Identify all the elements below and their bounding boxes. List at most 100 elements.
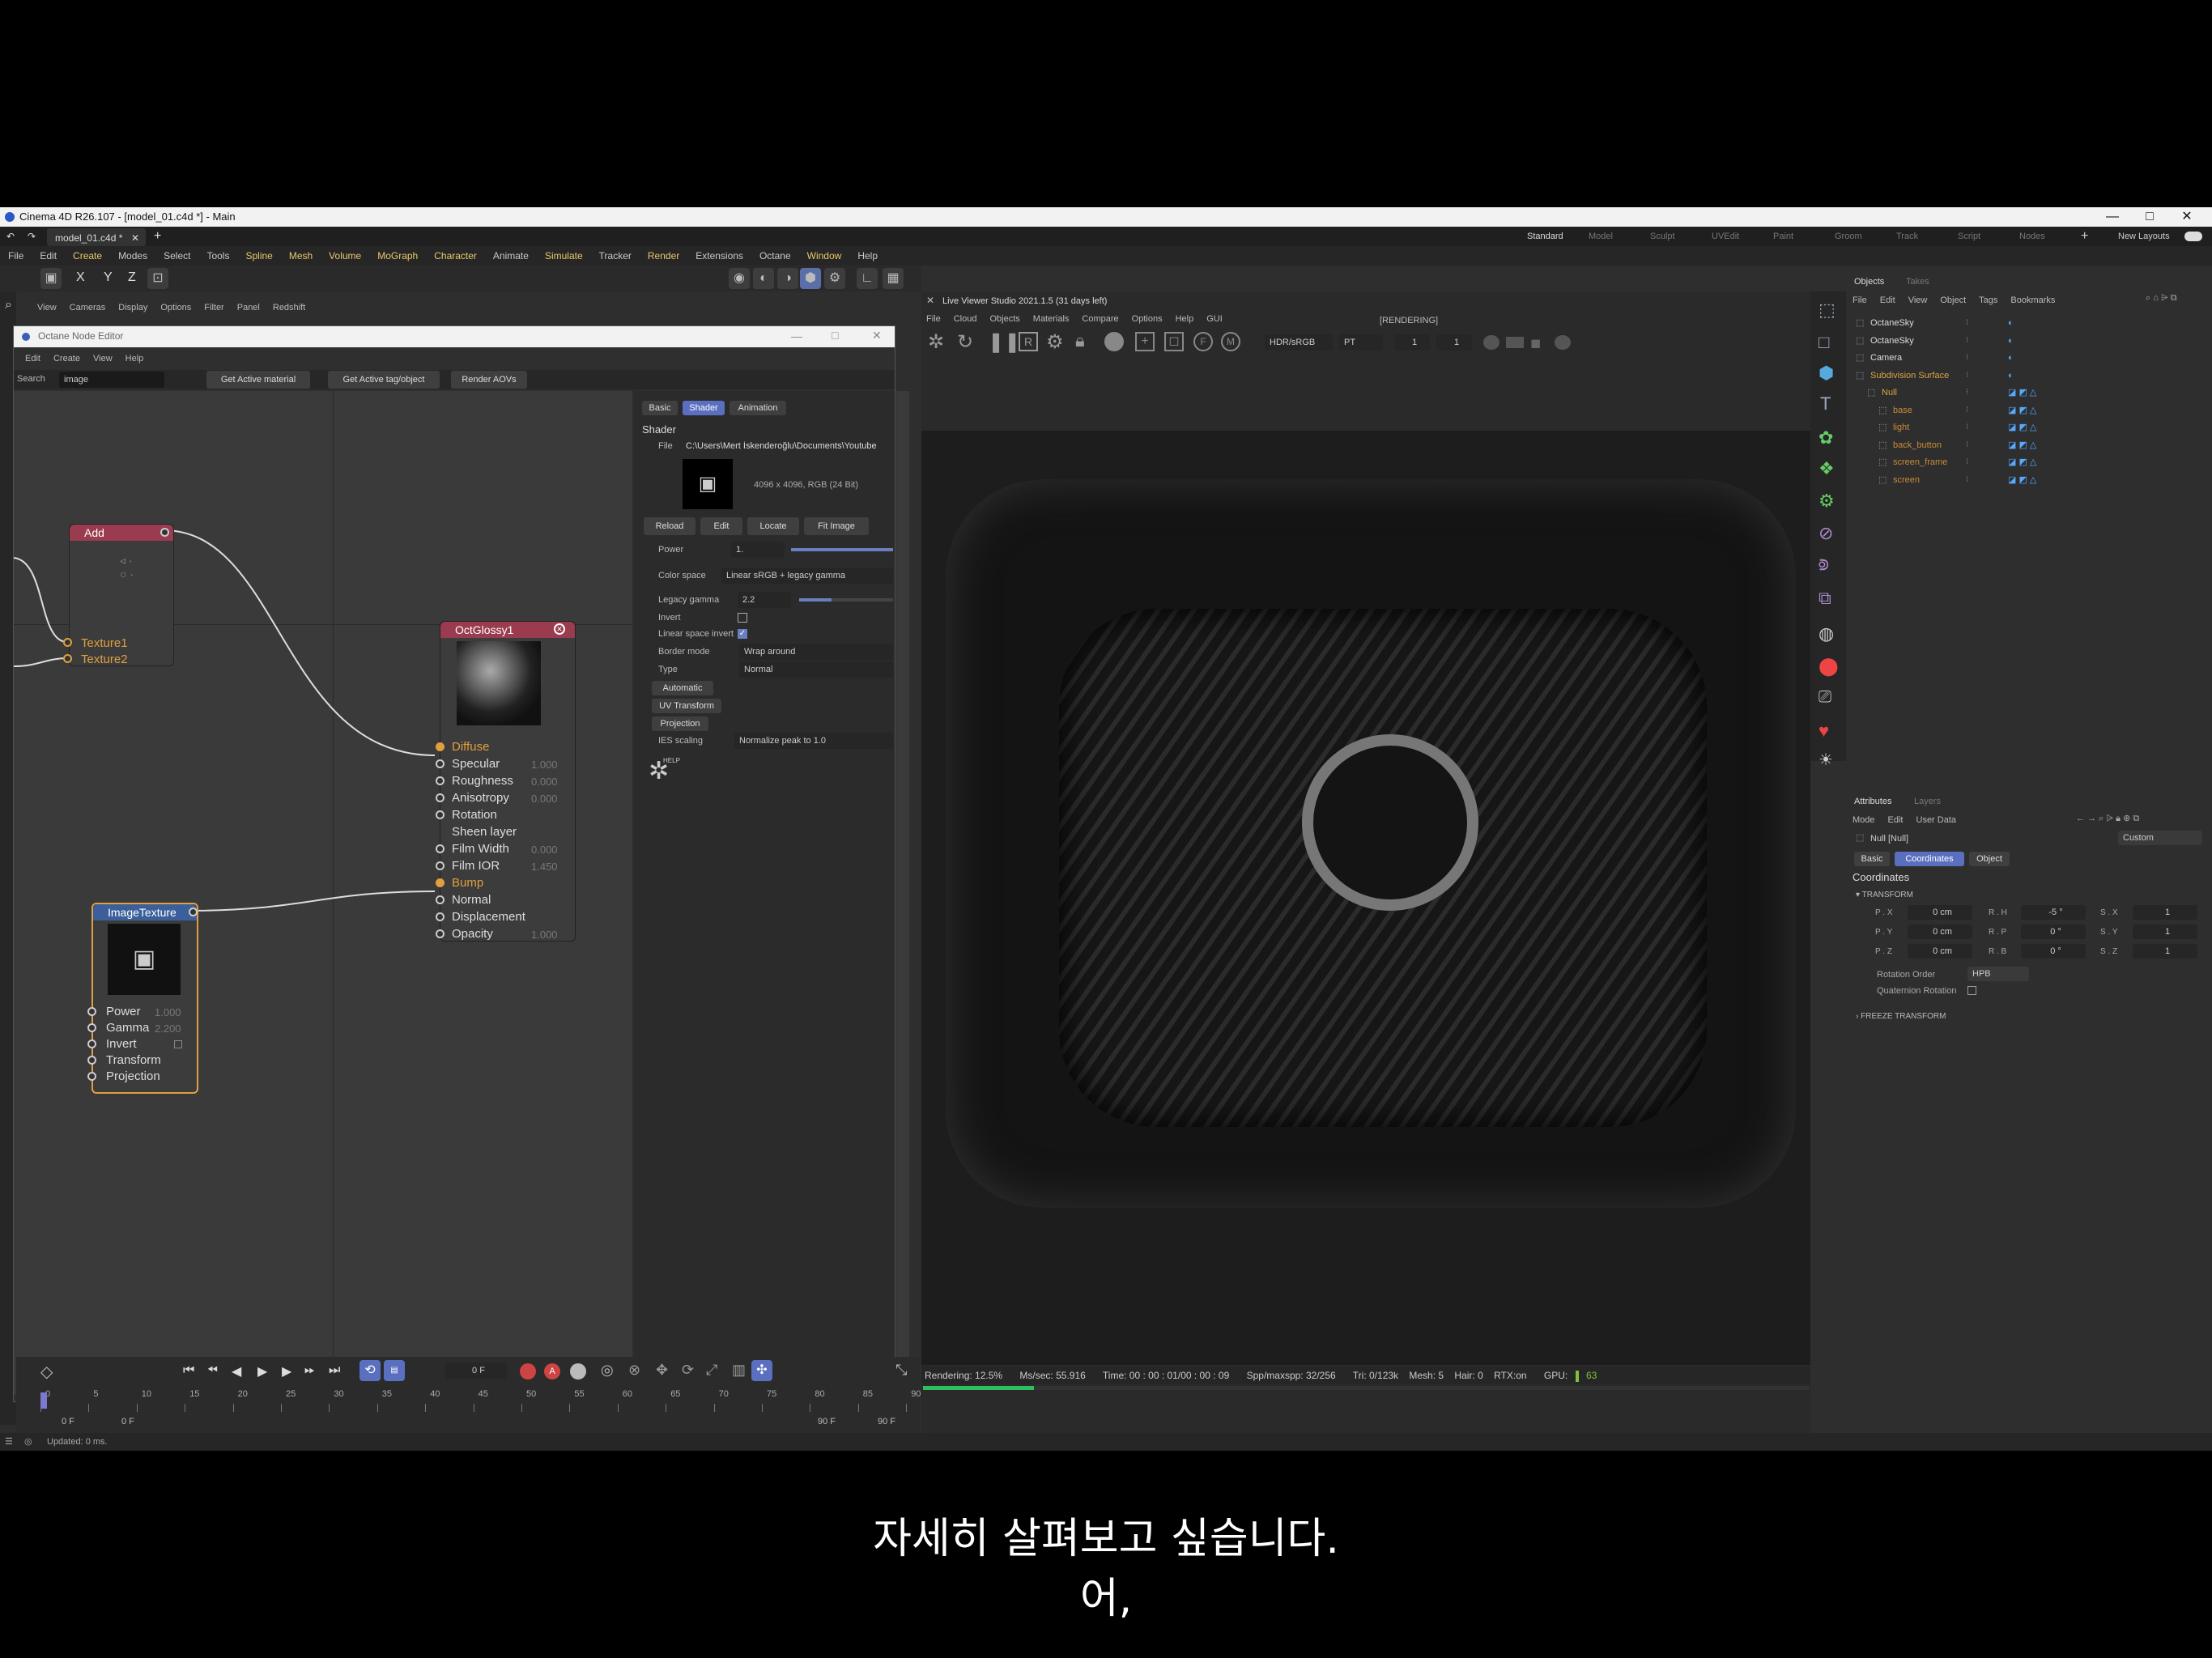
coord-field[interactable]: 0 ° <box>2021 944 2086 959</box>
kernel-select[interactable]: PT <box>1339 334 1383 351</box>
objects-menu-tags[interactable]: Tags <box>1979 295 1997 305</box>
add-node-output-port[interactable] <box>160 528 169 537</box>
invert-checkbox[interactable] <box>738 613 747 623</box>
play-icon[interactable]: ▶ <box>257 1363 267 1380</box>
menu-character[interactable]: Character <box>434 246 477 266</box>
live-menu-file[interactable]: File <box>926 314 941 324</box>
live-menu-cloud[interactable]: Cloud <box>954 314 977 324</box>
render-region-icon[interactable]: ◉ <box>729 268 750 289</box>
port-film-ior[interactable] <box>436 861 445 870</box>
coord-field[interactable]: 0 cm <box>1908 944 1972 959</box>
tag-icon[interactable]: ◪ ◩ △ <box>2008 419 2036 436</box>
menu-spline[interactable]: Spline <box>245 246 272 266</box>
objects-menu-file[interactable]: File <box>1853 295 1867 305</box>
node-close-icon[interactable]: ✕ <box>554 623 565 635</box>
focus-picker-icon[interactable]: F <box>1193 332 1213 351</box>
next-key-icon[interactable]: ⏩︎ <box>304 1363 315 1378</box>
type-select[interactable]: Normal <box>739 661 893 678</box>
menu-animate[interactable]: Animate <box>493 246 529 266</box>
param-key-icon[interactable]: ▥ <box>732 1362 746 1379</box>
pointer-icon[interactable]: ⬚ <box>1819 300 1836 321</box>
scheme-icon[interactable]: ⊗ <box>628 1362 640 1379</box>
render-aovs-button[interactable]: Render AOVs <box>451 371 527 389</box>
port-displacement[interactable] <box>436 912 445 921</box>
port-roughness[interactable] <box>436 776 445 785</box>
layout-tab-uvedit[interactable]: UVEdit <box>1712 227 1739 246</box>
live-viewer-close-icon[interactable]: ✕ <box>926 295 934 306</box>
visibility-icon[interactable]: ⁝ <box>1966 367 1968 385</box>
render-picture-icon[interactable]: ◑ <box>777 268 798 289</box>
color-mode-select[interactable]: HDR/sRGB <box>1265 334 1333 351</box>
tag-icon[interactable]: ◪ ◩ △ <box>2008 453 2036 471</box>
objects-menu-view[interactable]: View <box>1908 295 1928 305</box>
new-tab-icon[interactable]: + <box>154 227 161 246</box>
spline-icon[interactable]: ⟄ <box>1819 554 1829 575</box>
pause-render-icon[interactable]: ❚❚ <box>988 330 1020 354</box>
imagetexture-output-port[interactable] <box>189 908 198 916</box>
object-row-octanesky[interactable]: ⬚ OctaneSky ⁝ ◐ <box>1846 314 2212 332</box>
position-key-icon[interactable]: ✥ <box>656 1362 668 1379</box>
rotation-key-icon[interactable]: ⟳ <box>682 1362 694 1379</box>
menu-edit[interactable]: Edit <box>40 246 57 266</box>
freeze-transform-section[interactable]: › FREEZE TRANSFORM <box>1856 1012 1946 1021</box>
sphere-icon[interactable] <box>1104 332 1124 351</box>
menu-modes[interactable]: Modes <box>118 246 147 266</box>
rotation-order-select[interactable]: HPB <box>1967 967 2029 981</box>
maximize-icon[interactable]: □ <box>2131 207 2168 227</box>
port-opacity[interactable] <box>436 929 445 938</box>
objects-menu-edit[interactable]: Edit <box>1880 295 1895 305</box>
viewport-menu-options[interactable]: Options <box>160 303 191 312</box>
layout-tab-groom[interactable]: Groom <box>1835 227 1862 246</box>
visibility-icon[interactable]: ⁝ <box>1966 349 1968 367</box>
axis-y-toggle[interactable]: Y <box>104 270 113 285</box>
current-frame-field[interactable]: 0 F <box>445 1363 507 1379</box>
visibility-icon[interactable]: ⁝ <box>1966 332 1968 350</box>
legacy-gamma-field[interactable]: 2.2 <box>738 592 791 608</box>
restart-render-icon[interactable]: ↻ <box>957 330 973 354</box>
tag-icon[interactable]: ◐ <box>2008 349 2014 367</box>
attributes-menu-mode[interactable]: Mode <box>1853 815 1875 825</box>
object-row-null[interactable]: ⬚ Null ⁝ ◪ ◩ △ <box>1846 384 2212 402</box>
objects-search-icon[interactable]: ⌕ ⌂ ⩥ ⧉ <box>2146 293 2177 304</box>
fps-icon[interactable]: ▤ <box>384 1360 405 1381</box>
viewport-menu-display[interactable]: Display <box>118 303 147 312</box>
menu-volume[interactable]: Volume <box>329 246 361 266</box>
motion-clip-icon[interactable]: ◎ <box>601 1362 614 1379</box>
timeline-expand-icon[interactable]: ⤡ <box>895 1362 907 1379</box>
display-mode-icon[interactable]: ⬢ <box>800 268 821 289</box>
next-frame-icon[interactable]: ▶︎ <box>282 1363 291 1380</box>
add-layout-icon[interactable]: + <box>2081 227 2088 246</box>
visibility-icon[interactable]: ⁝ <box>1966 453 1968 471</box>
light-icon[interactable]: ♥ <box>1819 721 1829 742</box>
render-settings-icon[interactable]: ⚙ <box>824 268 845 289</box>
loop-icon[interactable]: ⟲ <box>359 1360 381 1381</box>
tab-shader[interactable]: Shader <box>683 401 725 415</box>
coord-field[interactable]: 1 <box>2133 944 2197 959</box>
objects-menu-bookmarks[interactable]: Bookmarks <box>2010 295 2055 305</box>
image-port-power[interactable] <box>87 1007 96 1016</box>
layout-tab-model[interactable]: Model <box>1589 227 1613 246</box>
coord-field[interactable]: 1 <box>2133 925 2197 939</box>
keyframe-selection-icon[interactable] <box>570 1363 586 1380</box>
search-icon[interactable]: ⌕ <box>5 298 12 312</box>
subtab-coordinates[interactable]: Coordinates <box>1895 852 1964 866</box>
port-film-width[interactable] <box>436 844 445 853</box>
field-icon[interactable]: ⊘ <box>1819 523 1833 544</box>
tab-basic[interactable]: Basic <box>642 401 678 415</box>
volume-icon[interactable]: ⧉ <box>1819 588 1831 609</box>
object-row-light[interactable]: ⬚ light ⁝ ◪ ◩ △ <box>1846 419 2212 436</box>
coord-field[interactable]: 0 ° <box>2021 925 2086 939</box>
record-icon[interactable] <box>520 1363 536 1380</box>
prev-key-icon[interactable]: ⏪︎ <box>207 1363 218 1378</box>
uv-transform-button[interactable]: UV Transform <box>652 699 721 713</box>
projection-button[interactable]: Projection <box>652 716 708 731</box>
node-menu-view[interactable]: View <box>93 354 113 363</box>
port-diffuse[interactable] <box>436 742 445 751</box>
object-row-screen[interactable]: ⬚ screen ⁝ ◪ ◩ △ <box>1846 471 2212 489</box>
tab-takes[interactable]: Takes <box>1906 277 1929 287</box>
node-editor-close-icon[interactable]: ✕ <box>872 329 882 342</box>
scale-key-icon[interactable]: ⤢ <box>706 1362 717 1379</box>
viewport-menu-filter[interactable]: Filter <box>204 303 223 312</box>
tag-icon[interactable]: ◐ <box>2008 314 2014 332</box>
linear-space-invert-checkbox[interactable]: ✓ <box>738 629 747 639</box>
